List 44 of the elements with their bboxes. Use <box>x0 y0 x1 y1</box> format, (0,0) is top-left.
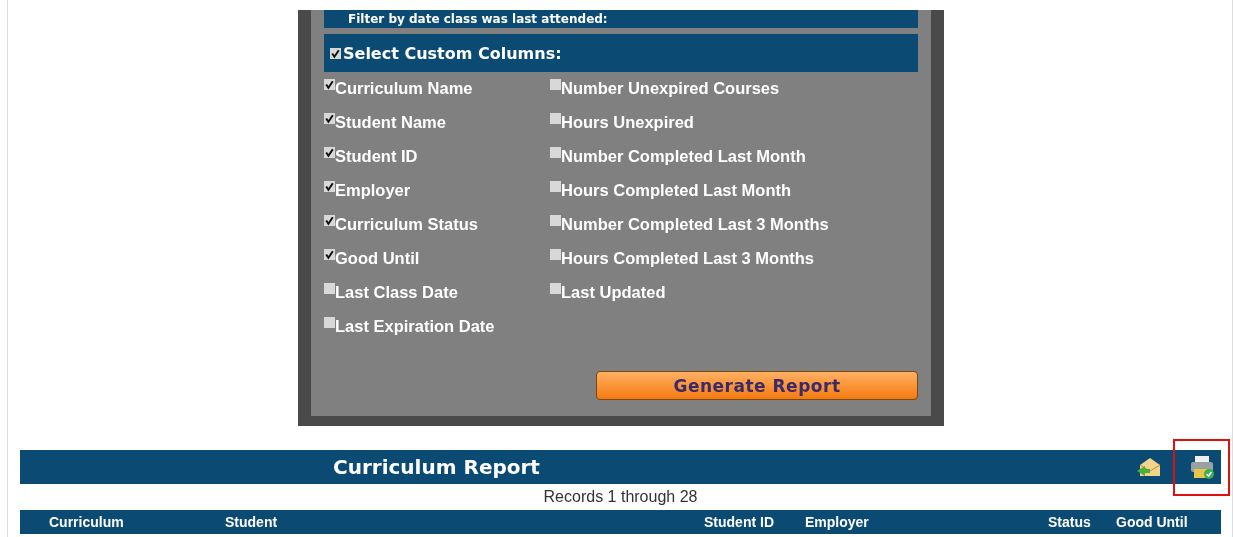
checkbox[interactable] <box>550 215 561 226</box>
column-header[interactable]: Employer <box>805 514 1048 530</box>
generate-report-button[interactable]: Generate Report <box>596 371 918 400</box>
checkbox-label: Number Completed Last 3 Months <box>561 215 829 234</box>
column-header[interactable]: Curriculum <box>49 514 225 530</box>
checkbox-label: Number Completed Last Month <box>561 147 806 166</box>
checkbox-label: Last Expiration Date <box>335 317 495 336</box>
checkbox[interactable] <box>550 249 561 260</box>
checkbox-label: Curriculum Status <box>335 215 479 234</box>
checkbox-label: Student Name <box>335 113 446 132</box>
checkbox[interactable] <box>324 181 335 192</box>
checkbox[interactable] <box>324 147 335 158</box>
checkbox[interactable] <box>550 283 561 294</box>
column-header[interactable]: Good Until <box>1116 514 1188 530</box>
checkbox[interactable] <box>550 147 561 158</box>
section-title: Select Custom Columns: <box>343 43 562 63</box>
report-title: Curriculum Report <box>333 455 540 479</box>
envelope-icon[interactable] <box>1137 456 1163 478</box>
column-header[interactable]: Status <box>1048 514 1116 530</box>
checkbox[interactable] <box>324 249 335 260</box>
checkbox-label: Number Unexpired Courses <box>561 79 780 98</box>
checkbox-label: Last Updated <box>561 283 666 302</box>
column-header[interactable]: Student <box>225 514 704 530</box>
checkbox[interactable] <box>324 215 335 226</box>
checkbox-label: Employer <box>335 181 411 200</box>
checkbox[interactable] <box>550 113 561 124</box>
checkbox[interactable] <box>324 79 335 90</box>
checkbox-label: Hours Completed Last 3 Months <box>561 249 815 268</box>
checkbox[interactable] <box>550 181 561 192</box>
checkbox[interactable] <box>324 283 335 294</box>
printer-icon[interactable] <box>1188 454 1215 480</box>
checkbox[interactable] <box>324 113 335 124</box>
checkbox-label: Good Until <box>335 249 420 268</box>
column-header[interactable]: Student ID <box>704 514 805 530</box>
checkbox-label: Student ID <box>335 147 418 166</box>
checkbox[interactable] <box>324 317 335 328</box>
checkbox-label: Curriculum Name <box>335 79 473 98</box>
checkbox-label: Hours Unexpired <box>561 113 694 132</box>
section-title: Filter by date class was last attended: <box>348 12 608 26</box>
checkbox-label: Last Class Date <box>335 283 458 302</box>
checkbox-label: Hours Completed Last Month <box>561 181 792 200</box>
records-count: Records 1 through 28 <box>542 487 699 507</box>
checkbox[interactable] <box>330 47 341 59</box>
checkbox[interactable] <box>550 79 561 90</box>
